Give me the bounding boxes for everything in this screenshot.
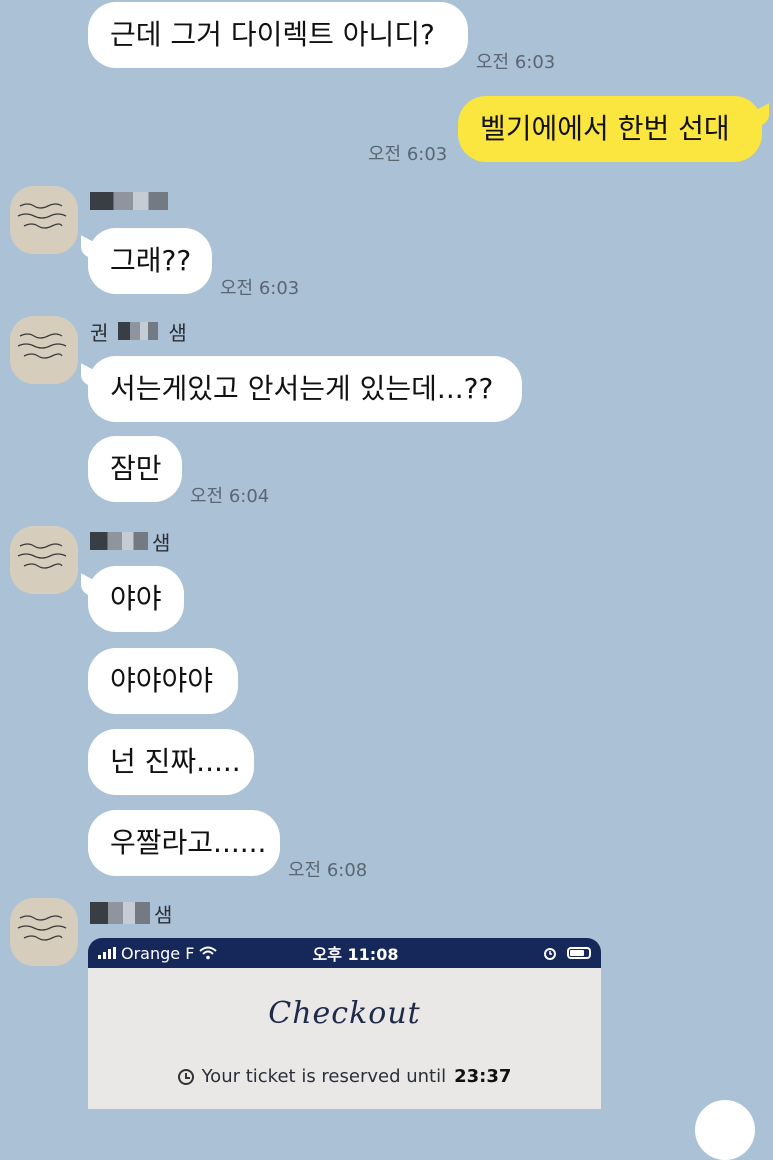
- message-time: 오전 6:03: [476, 52, 556, 73]
- sender-name-suffix: 샘: [154, 902, 173, 927]
- message-text: 잠만: [110, 452, 162, 485]
- message-bubble[interactable]: 그래??: [88, 228, 212, 294]
- message-bubble[interactable]: 야야야야: [88, 648, 238, 714]
- message-text: 우짤라고......: [110, 826, 267, 859]
- reservation-time: 23:37: [454, 1066, 512, 1087]
- blurred-name: [118, 322, 159, 340]
- message-text: 넌 진짜.....: [110, 745, 241, 778]
- sender-name: 샘: [90, 900, 173, 927]
- sender-name-suffix: 샘: [168, 320, 187, 345]
- status-icons: [543, 946, 591, 960]
- sender-name: [90, 188, 168, 214]
- reservation-text: Your ticket is reserved until: [201, 1066, 447, 1087]
- battery-icon: [567, 947, 591, 959]
- reservation-notice: Your ticket is reserved until 23:37: [88, 1066, 601, 1087]
- avatar[interactable]: [10, 526, 78, 594]
- image-attachment[interactable]: Orange F 오후 11:08 Checkout Your ticket i…: [88, 938, 601, 1109]
- wifi-icon: [199, 946, 218, 960]
- message-text: 벨기에에서 한번 선대: [480, 112, 730, 145]
- sender-name-suffix: 샘: [152, 530, 171, 555]
- message-text: 야야: [110, 582, 162, 615]
- blurred-name: [90, 192, 168, 210]
- clock-icon: [177, 1068, 194, 1085]
- message-bubble[interactable]: 근데 그거 다이렉트 아니디?: [88, 2, 468, 68]
- carrier-info: Orange F: [98, 944, 278, 963]
- message-bubble[interactable]: 잠만: [88, 436, 182, 502]
- carrier-name: Orange F: [121, 943, 195, 963]
- avatar[interactable]: [10, 316, 78, 384]
- message-text: 서는게있고 안서는게 있는데...??: [110, 372, 494, 405]
- message-time: 오전 6:03: [368, 144, 448, 165]
- blurred-name: [90, 532, 148, 550]
- message-text: 그래??: [110, 244, 192, 277]
- attachment-status-bar: Orange F 오후 11:08: [88, 938, 601, 968]
- checkout-title: Checkout: [268, 996, 421, 1031]
- blurred-name: [90, 902, 150, 924]
- sender-name: 권 샘: [90, 318, 187, 345]
- alarm-icon: [544, 948, 556, 960]
- message-time: 오전 6:04: [190, 486, 270, 507]
- avatar[interactable]: [10, 898, 78, 966]
- message-time: 오전 6:08: [288, 860, 368, 881]
- avatar[interactable]: [10, 186, 78, 254]
- message-bubble[interactable]: 서는게있고 안서는게 있는데...??: [88, 356, 522, 422]
- status-time: 오후 11:08: [312, 945, 399, 964]
- message-text: 야야야야: [110, 664, 214, 697]
- message-text: 근데 그거 다이렉트 아니디?: [110, 18, 435, 51]
- signal-icon: [98, 947, 116, 959]
- scroll-down-button[interactable]: [695, 1100, 755, 1160]
- message-bubble[interactable]: 야야: [88, 566, 184, 632]
- message-bubble[interactable]: 넌 진짜.....: [88, 729, 254, 795]
- message-bubble[interactable]: 우짤라고......: [88, 810, 280, 876]
- message-time: 오전 6:03: [220, 278, 300, 299]
- my-message-bubble[interactable]: 벨기에에서 한번 선대: [458, 96, 762, 162]
- sender-name-first: 권: [90, 320, 109, 345]
- sender-name: 샘: [90, 528, 171, 555]
